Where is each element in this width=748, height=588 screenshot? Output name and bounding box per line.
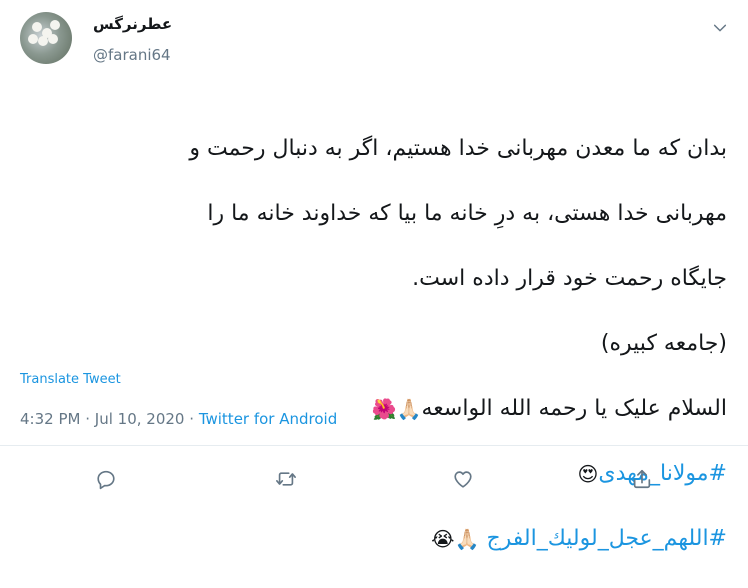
hashtag-allahomma-ajjil[interactable]: #اللهم_عجل_لولیك_الفرج xyxy=(486,526,727,551)
tweet-line: بدان که ما معدن مهربانی خدا هستیم، اگر ب… xyxy=(189,135,727,161)
prayer-emoji: 🙏🏻 xyxy=(396,396,422,421)
retweet-button[interactable] xyxy=(272,465,300,493)
reply-button[interactable] xyxy=(92,465,120,493)
user-handle[interactable]: @farani64 xyxy=(93,46,171,64)
crying-emoji: 😭 xyxy=(431,526,455,551)
action-bar xyxy=(0,465,748,495)
like-button[interactable] xyxy=(449,465,477,493)
avatar[interactable] xyxy=(20,12,72,64)
tweet-source[interactable]: Twitter for Android xyxy=(199,410,337,428)
reply-icon xyxy=(97,470,115,490)
heart-icon xyxy=(454,471,472,488)
tweet-date[interactable]: Jul 10, 2020 xyxy=(95,410,185,428)
tweet-text: بدان که ما معدن مهربانی خدا هستیم، اگر ب… xyxy=(18,100,727,588)
display-name[interactable]: عطرنرگس xyxy=(93,15,172,33)
share-button[interactable] xyxy=(628,465,656,493)
tweet-line: (جامعه کبیره) xyxy=(600,330,727,356)
meta-separator: · xyxy=(85,410,91,428)
tweet-time[interactable]: 4:32 PM xyxy=(20,410,80,428)
tweet-meta: 4:32 PM · Jul 10, 2020 · Twitter for And… xyxy=(20,410,337,428)
tweet-line-salam-text: السلام علیک یا رحمه الله الواسعه xyxy=(421,395,728,421)
chevron-down-icon[interactable] xyxy=(712,20,728,36)
hashtag-line-2: #اللهم_عجل_لولیك_الفرج 🙏🏻😭 xyxy=(18,523,727,556)
prayer-emoji: 🙏🏻 xyxy=(454,526,480,551)
divider xyxy=(0,445,748,446)
retweet-icon xyxy=(276,472,296,486)
hibiscus-emoji: 🌺 xyxy=(371,396,397,421)
translate-tweet-link[interactable]: Translate Tweet xyxy=(20,372,121,387)
meta-separator: · xyxy=(189,410,195,428)
tweet-line: مهربانی خدا هستی، به درِ خانه ما بیا که … xyxy=(207,200,727,226)
share-icon xyxy=(633,469,651,489)
tweet-line: جایگاه رحمت خود قرار داده است. xyxy=(412,265,727,291)
